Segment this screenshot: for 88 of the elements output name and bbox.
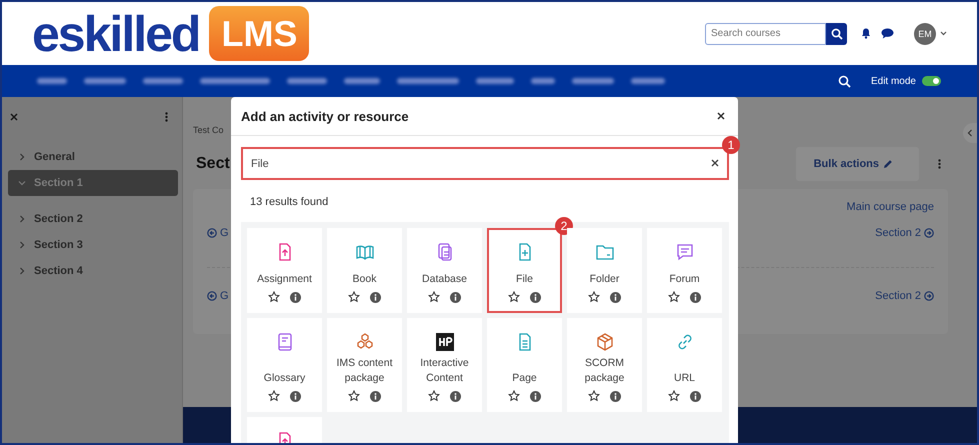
- activity-card[interactable]: Assignment: [247, 228, 322, 313]
- arrow-left-circle-icon: [207, 228, 217, 238]
- info-icon[interactable]: [290, 292, 301, 302]
- activity-name: Folder: [588, 272, 620, 287]
- pencil-icon: [883, 159, 893, 169]
- info-icon[interactable]: [690, 390, 701, 402]
- search-icon: [830, 28, 842, 40]
- bell-icon[interactable]: [861, 28, 871, 39]
- previous-section-link[interactable]: G: [207, 290, 229, 302]
- close-icon[interactable]: [717, 112, 725, 120]
- main-course-link[interactable]: Main course page: [846, 201, 934, 213]
- edit-mode-toggle[interactable]: [922, 76, 941, 86]
- activity-name: Page: [511, 371, 538, 386]
- kebab-icon[interactable]: [938, 159, 941, 169]
- bulk-actions-button[interactable]: Bulk actions: [796, 147, 919, 181]
- activity-name: Database: [421, 272, 468, 287]
- clear-icon[interactable]: [711, 159, 719, 167]
- edit-mode-label: Edit mode: [870, 76, 916, 86]
- activity-card[interactable]: File: [487, 228, 562, 313]
- next-section-link[interactable]: Section 2: [875, 290, 934, 302]
- info-icon[interactable]: [530, 390, 541, 402]
- chevron-right-icon: [18, 267, 26, 275]
- activity-card[interactable]: Interactive Content: [407, 318, 482, 412]
- activity-card[interactable]: SCORM package: [567, 318, 642, 412]
- logo-badge: LMS: [209, 6, 310, 62]
- info-icon[interactable]: [690, 292, 701, 302]
- dialog-title: Add an activity or resource: [241, 108, 409, 124]
- info-icon[interactable]: [290, 390, 301, 402]
- star-icon[interactable]: [268, 390, 280, 402]
- star-icon[interactable]: [668, 291, 680, 303]
- arrow-right-circle-icon: [924, 291, 934, 301]
- activity-card[interactable]: Page: [487, 318, 562, 412]
- activity-name: URL: [672, 371, 696, 386]
- search-field[interactable]: Search courses: [705, 22, 826, 44]
- user-avatar[interactable]: EM: [914, 22, 936, 44]
- activity-card[interactable]: Forum: [647, 228, 722, 313]
- info-icon[interactable]: [530, 292, 541, 302]
- info-icon[interactable]: [370, 292, 381, 302]
- info-icon[interactable]: [610, 292, 621, 302]
- chevron-left-icon: [967, 129, 973, 137]
- activity-search-field[interactable]: File: [241, 147, 729, 180]
- activity-name: Interactive Content: [419, 356, 470, 386]
- caret-icon[interactable]: [940, 31, 947, 36]
- activity-name: File: [515, 272, 534, 287]
- chevron-down-icon: [18, 179, 26, 187]
- activity-card[interactable]: Database: [407, 228, 482, 313]
- star-icon[interactable]: [508, 390, 520, 402]
- info-icon[interactable]: [450, 292, 461, 302]
- chevron-right-icon: [18, 153, 26, 161]
- activity-card[interactable]: IMS content package: [327, 318, 402, 412]
- activity-card[interactable]: Book: [327, 228, 402, 313]
- logo-wordmark: eskilled: [32, 8, 200, 58]
- activity-card[interactable]: Folder: [567, 228, 642, 313]
- results-count: 13 results found: [250, 196, 330, 210]
- kebab-icon[interactable]: [165, 112, 168, 122]
- star-icon[interactable]: [348, 390, 360, 402]
- chat-icon[interactable]: [881, 28, 894, 39]
- chevron-right-icon: [18, 215, 26, 223]
- search-icon[interactable]: [838, 74, 851, 88]
- star-icon[interactable]: [588, 291, 600, 303]
- drawer-toggle-button[interactable]: [963, 123, 977, 143]
- info-icon[interactable]: [370, 390, 381, 402]
- search-button[interactable]: [826, 22, 847, 44]
- page-heading: Sect: [196, 155, 230, 173]
- activity-name: IMS content package: [335, 356, 394, 386]
- info-icon[interactable]: [610, 390, 621, 402]
- star-icon[interactable]: [428, 390, 440, 402]
- star-icon[interactable]: [428, 291, 440, 303]
- activity-card[interactable]: Glossary: [247, 318, 322, 412]
- arrow-left-circle-icon: [207, 291, 217, 301]
- star-icon[interactable]: [668, 390, 680, 402]
- star-icon[interactable]: [268, 291, 280, 303]
- next-section-link[interactable]: Section 2: [875, 227, 934, 239]
- star-icon[interactable]: [588, 390, 600, 402]
- chevron-right-icon: [18, 241, 26, 249]
- previous-section-link[interactable]: G: [207, 227, 229, 239]
- arrow-right-circle-icon: [924, 228, 934, 238]
- star-icon[interactable]: [348, 291, 360, 303]
- info-icon[interactable]: [450, 390, 461, 402]
- activity-name: Glossary: [262, 371, 306, 386]
- activity-name: Forum: [668, 272, 701, 287]
- activity-name: Book: [352, 272, 378, 287]
- breadcrumb[interactable]: Test Co: [193, 125, 224, 135]
- star-icon[interactable]: [508, 291, 520, 303]
- activity-name: SCORM package: [584, 356, 626, 386]
- step-badge: 1: [722, 136, 740, 154]
- activity-name: Assignment: [256, 272, 313, 287]
- activity-card[interactable]: URL: [647, 318, 722, 412]
